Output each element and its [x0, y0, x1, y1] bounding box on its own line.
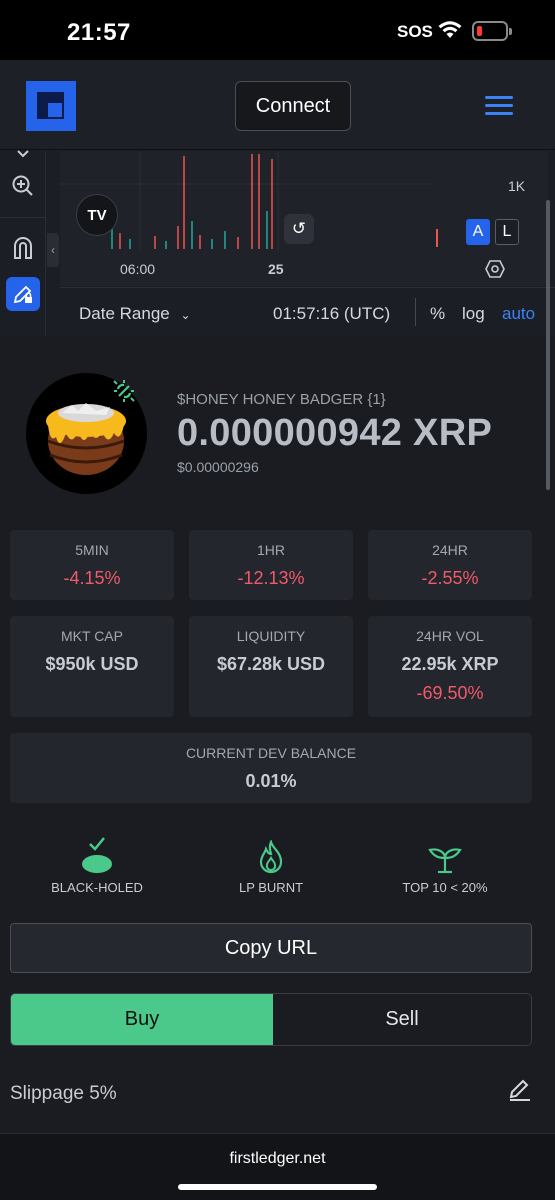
stat-value: -12.13%	[237, 568, 305, 588]
black-hole-check-icon	[82, 837, 112, 873]
percent-scale-button[interactable]: %	[430, 304, 445, 324]
date-range-label: Date Range	[79, 304, 170, 323]
home-indicator[interactable]	[178, 1184, 377, 1190]
stat-label: 24HR VOL	[416, 628, 484, 644]
x-axis-label-25: 25	[268, 261, 284, 277]
auto-scale-button[interactable]: auto	[502, 304, 535, 324]
badge-label: LP BURNT	[238, 880, 304, 895]
status-bar: 21:57 SOS	[0, 0, 555, 60]
reset-chart-icon[interactable]: ↺	[284, 214, 314, 244]
token-usd-price: $0.00000296	[177, 459, 259, 475]
edit-pencil-icon[interactable]	[507, 1077, 533, 1103]
stat-label: 24HR	[432, 542, 468, 558]
x-axis-label-0600: 06:00	[120, 261, 156, 277]
firstledger-logo[interactable]	[26, 81, 76, 131]
y-axis-label-1k: 1K	[508, 178, 526, 194]
stat-liquidity: LIQUIDITY $67.28k USD	[189, 616, 353, 717]
unlinked-icon	[113, 380, 135, 402]
stat-24hr: 24HR -2.55%	[368, 530, 532, 600]
sell-tab[interactable]: Sell	[273, 994, 531, 1045]
stat-5min: 5MIN -4.15%	[10, 530, 174, 600]
utc-clock: 01:57:16 (UTC)	[273, 304, 391, 323]
stat-label: 1HR	[256, 542, 285, 558]
chart-footer: Date Range ⌄ 01:57:16 (UTC) % log auto	[60, 287, 555, 336]
stat-1hr: 1HR -12.13%	[189, 530, 353, 600]
price-chart: ‹ 1K TV ↺ A L 06:00 25 Date Range ⌄ 01:5…	[0, 150, 555, 336]
battery-tip	[509, 28, 512, 35]
whale-tail-icon	[428, 848, 462, 874]
zoom-in-icon[interactable]	[6, 169, 40, 203]
stat-change: -69.50%	[416, 683, 484, 703]
date-range-dropdown[interactable]: Date Range ⌄	[79, 304, 191, 324]
log-scale-l-button[interactable]: L	[495, 219, 519, 245]
stat-label: 5MIN	[75, 542, 109, 558]
page-scrollbar[interactable]	[546, 200, 550, 490]
menu-icon[interactable]	[485, 96, 513, 116]
stat-label: LIQUIDITY	[236, 628, 306, 644]
stat-market-cap: MKT CAP $950k USD	[10, 616, 174, 717]
autoscale-a-button[interactable]: A	[466, 219, 490, 245]
stat-24hr-volume: 24HR VOL 22.95k XRP -69.50%	[368, 616, 532, 717]
app-header: Connect	[0, 60, 555, 150]
log-scale-button[interactable]: log	[462, 304, 485, 324]
buy-sell-toggle: Buy Sell	[10, 993, 532, 1046]
badge-black-holed: BLACK-HOLED	[12, 830, 182, 895]
token-name: $HONEY HONEY BADGER {1}	[177, 391, 386, 408]
token-price: 0.000000942 XRP	[177, 412, 493, 454]
stat-value: -2.55%	[421, 568, 479, 588]
stat-value: -4.15%	[63, 568, 121, 588]
stat-label: MKT CAP	[61, 628, 123, 644]
stat-value: 22.95k XRP	[401, 654, 499, 674]
stat-value: $950k USD	[45, 654, 139, 674]
stat-dev-balance: CURRENT DEV BALANCE 0.01%	[10, 733, 532, 803]
battery-icon	[472, 21, 508, 41]
wifi-icon	[438, 21, 462, 38]
draw-lock-icon[interactable]	[6, 277, 40, 311]
chart-plot-area[interactable]: 1K TV ↺ A L 06:00 25	[60, 151, 548, 286]
magnet-icon[interactable]	[6, 231, 40, 265]
divider	[415, 298, 416, 326]
sos-indicator: SOS	[397, 22, 433, 41]
toolbar-collapse-tab[interactable]: ‹	[47, 233, 59, 267]
browser-bottom-bar: firstledger.net	[0, 1133, 555, 1200]
chevron-down-icon: ⌄	[180, 308, 191, 322]
chart-settings-icon[interactable]	[485, 259, 505, 279]
copy-url-button[interactable]: Copy URL	[10, 923, 532, 973]
badge-lp-burnt: LP BURNT	[186, 830, 356, 895]
clock: 21:57	[67, 19, 131, 46]
tradingview-logo[interactable]: TV	[76, 194, 118, 236]
chart-toolbar	[0, 150, 46, 336]
chevron-down-icon[interactable]	[6, 143, 40, 165]
badge-label: TOP 10 < 20%	[402, 880, 488, 895]
address-bar-url[interactable]: firstledger.net	[0, 1150, 555, 1168]
connect-button[interactable]: Connect	[235, 81, 351, 131]
stat-label: CURRENT DEV BALANCE	[185, 745, 357, 761]
slippage-setting[interactable]: Slippage 5%	[10, 1083, 117, 1105]
stat-value: $67.28k USD	[216, 654, 326, 674]
badge-label: BLACK-HOLED	[51, 880, 143, 895]
stat-value: 0.01%	[245, 771, 297, 791]
buy-tab[interactable]: Buy	[11, 994, 273, 1045]
flame-icon	[259, 840, 283, 874]
badge-top10: TOP 10 < 20%	[360, 830, 530, 895]
